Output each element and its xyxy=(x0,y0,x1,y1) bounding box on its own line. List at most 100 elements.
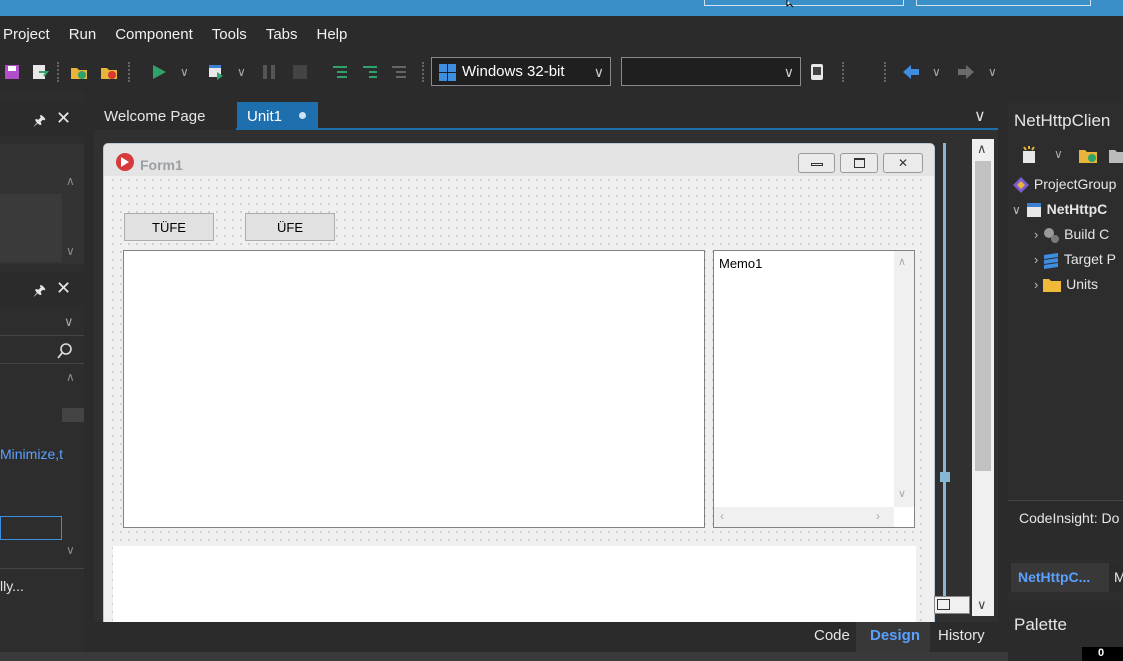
tab-nethttpclient[interactable]: NetHttpC... xyxy=(1011,563,1109,592)
collapsed-chevron-icon[interactable]: › xyxy=(1034,227,1038,242)
close-icon[interactable]: ✕ xyxy=(56,278,71,299)
tab-unit1[interactable]: Unit1 xyxy=(237,102,318,130)
back-dropdown-chevron-icon[interactable]: ∨ xyxy=(932,65,941,79)
title-layout-box[interactable] xyxy=(916,0,1091,6)
run-icon[interactable] xyxy=(150,63,168,81)
designer-guide-handle[interactable] xyxy=(940,472,950,482)
tree-item-units[interactable]: › Units xyxy=(1034,276,1098,294)
collapsed-chevron-icon[interactable]: › xyxy=(1034,252,1038,267)
toolbar-separator xyxy=(842,62,844,82)
menu-tabs[interactable]: Tabs xyxy=(266,26,298,43)
run-options-chevron-icon[interactable]: ∨ xyxy=(237,65,246,79)
forward-arrow-icon[interactable] xyxy=(957,63,975,81)
open-folder-icon[interactable] xyxy=(1108,145,1123,165)
modified-indicator-icon xyxy=(299,112,306,119)
property-edit-box[interactable] xyxy=(0,516,62,540)
structure-view[interactable]: ∧ ∨ xyxy=(0,144,84,264)
menu-component[interactable]: Component xyxy=(115,26,193,43)
forward-dropdown-chevron-icon[interactable]: ∨ xyxy=(988,65,997,79)
add-to-project-icon[interactable] xyxy=(70,63,88,81)
scroll-right-icon[interactable]: › xyxy=(876,509,880,523)
title-search-box[interactable] xyxy=(704,0,904,6)
object-select[interactable]: ∨ xyxy=(0,310,84,336)
tab-welcome-page[interactable]: Welcome Page xyxy=(94,102,236,130)
palette-panel: Palette 0 xyxy=(1008,607,1123,661)
run-until-return-icon[interactable] xyxy=(390,63,408,81)
scroll-down-icon[interactable]: ∨ xyxy=(977,597,987,613)
designer-guide-line xyxy=(943,143,946,613)
folder-icon xyxy=(1043,279,1062,293)
memo-vertical-scrollbar[interactable]: ∧ ∨ xyxy=(894,251,914,507)
tab-code[interactable]: Code xyxy=(814,627,850,644)
pause-icon[interactable] xyxy=(260,63,278,81)
form-client-area[interactable]: TÜFE ÜFE Memo1 ∧ ∨ ‹ › xyxy=(109,176,928,623)
platform-select[interactable]: Windows 32-bit ∨ xyxy=(431,57,611,86)
scroll-up-icon[interactable]: ∧ xyxy=(977,141,987,157)
ufe-button[interactable]: ÜFE xyxy=(245,213,335,241)
platform-select-value: Windows 32-bit xyxy=(462,63,565,80)
toolbar-separator xyxy=(884,62,886,82)
property-scroll-thumb[interactable] xyxy=(62,408,84,422)
tab-history[interactable]: History xyxy=(938,627,985,644)
save-all-icon[interactable] xyxy=(3,63,21,81)
tab-model-view[interactable]: M xyxy=(1114,569,1123,585)
tab-design[interactable]: Design xyxy=(856,622,930,652)
revert-icon[interactable] xyxy=(31,63,49,81)
tree-item-label: Target P xyxy=(1063,251,1117,267)
collapsed-chevron-icon[interactable]: › xyxy=(1034,277,1038,292)
tree-item-target-platforms[interactable]: › Target P xyxy=(1034,251,1117,270)
tab-label: NetHttpC... xyxy=(1018,569,1091,585)
property-grid[interactable]: ∧ Minimize,t ∨ xyxy=(0,368,84,568)
scroll-up-icon[interactable]: ∧ xyxy=(66,370,75,384)
pin-icon[interactable]: 🖈 xyxy=(33,280,46,304)
tab-list-chevron-icon[interactable]: ∨ xyxy=(974,106,986,126)
expanded-chevron-icon[interactable]: ∨ xyxy=(1012,203,1021,217)
chevron-down-icon[interactable]: ∨ xyxy=(1054,147,1063,161)
configuration-select[interactable]: ∨ xyxy=(621,57,801,86)
minimize-button[interactable] xyxy=(798,153,835,173)
menu-bar: Project Run Component Tools Tabs Help xyxy=(0,16,1123,52)
close-icon[interactable]: ✕ xyxy=(883,153,923,173)
scroll-down-icon[interactable]: ∨ xyxy=(898,487,906,500)
scroll-up-icon[interactable]: ∧ xyxy=(898,255,906,268)
scroll-thumb[interactable] xyxy=(975,161,991,471)
add-folder-icon[interactable] xyxy=(1078,145,1098,165)
structure-list xyxy=(0,194,62,262)
back-arrow-icon[interactable] xyxy=(902,63,920,81)
property-search-input[interactable] xyxy=(0,338,84,364)
run-without-debug-icon[interactable] xyxy=(207,63,225,81)
string-grid[interactable] xyxy=(123,250,705,528)
mouse-cursor-icon xyxy=(786,0,794,8)
scroll-up-icon[interactable]: ∧ xyxy=(66,174,75,188)
search-icon xyxy=(57,343,72,359)
scroll-down-icon[interactable]: ∨ xyxy=(66,543,75,557)
device-icon[interactable] xyxy=(808,63,826,81)
run-dropdown-chevron-icon[interactable]: ∨ xyxy=(180,65,189,79)
menu-help[interactable]: Help xyxy=(317,26,348,43)
step-over-icon[interactable] xyxy=(331,63,349,81)
close-icon[interactable]: ✕ xyxy=(56,108,71,129)
maximize-button[interactable] xyxy=(840,153,878,173)
pin-icon[interactable]: 🖈 xyxy=(33,110,46,134)
tree-item-projectgroup[interactable]: ProjectGroup xyxy=(1012,176,1116,194)
new-item-icon[interactable] xyxy=(1020,145,1040,165)
scroll-down-icon[interactable]: ∨ xyxy=(66,244,75,258)
property-value-text[interactable]: Minimize,t xyxy=(0,446,63,462)
menu-tools[interactable]: Tools xyxy=(212,26,247,43)
tufe-button[interactable]: TÜFE xyxy=(124,213,214,241)
remove-from-project-icon[interactable] xyxy=(100,63,118,81)
tree-item-nethttpclient[interactable]: ∨ NetHttpC xyxy=(1012,201,1107,219)
stop-icon[interactable] xyxy=(291,63,309,81)
menu-project[interactable]: Project xyxy=(3,26,50,43)
scroll-left-icon[interactable]: ‹ xyxy=(720,509,724,523)
memo1[interactable]: Memo1 ∧ ∨ ‹ › xyxy=(713,250,915,528)
counter-value: 0 xyxy=(1098,647,1105,659)
layers-icon xyxy=(1044,253,1059,270)
bottom-panel[interactable] xyxy=(113,546,916,623)
editor-vertical-scrollbar[interactable]: ∧ ∨ xyxy=(972,139,994,616)
trace-into-icon[interactable] xyxy=(361,63,379,81)
menu-run[interactable]: Run xyxy=(69,26,97,43)
tree-item-build-configurations[interactable]: › Build C xyxy=(1034,226,1109,244)
palette-title: Palette xyxy=(1014,615,1067,634)
memo-horizontal-scrollbar[interactable]: ‹ › xyxy=(714,507,894,527)
